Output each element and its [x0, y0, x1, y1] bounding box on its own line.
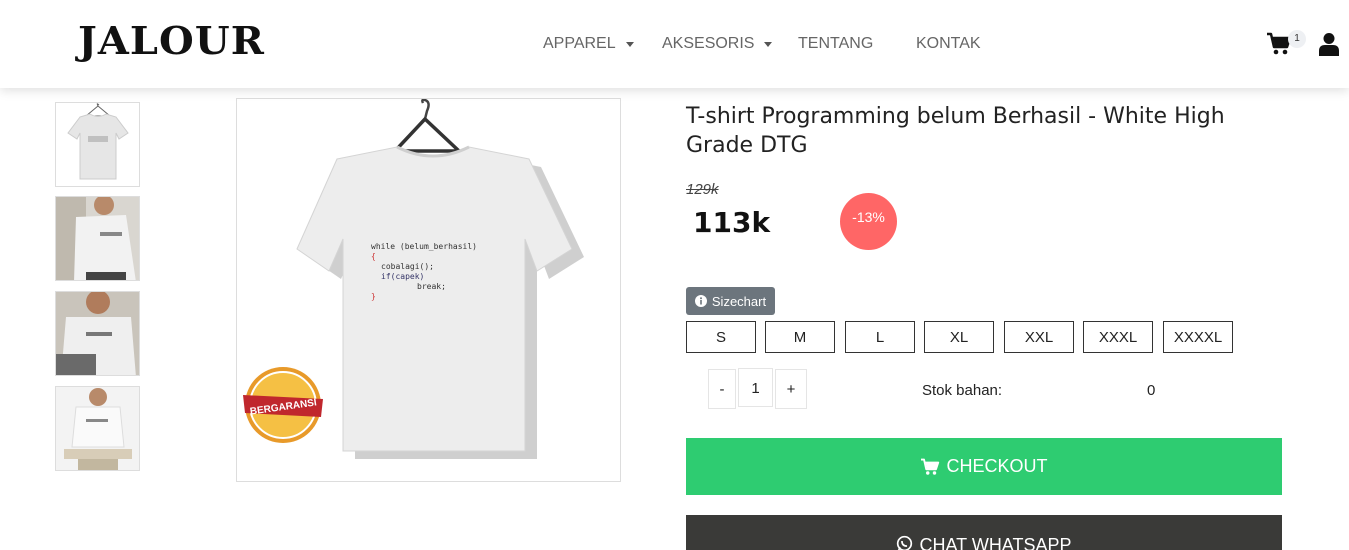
chat-whatsapp-button[interactable]: CHAT WHATSAPP	[686, 515, 1282, 550]
caret-down-icon	[625, 41, 634, 47]
nav-label: KONTAK	[916, 35, 981, 52]
size-option-xxl[interactable]: XXL	[1004, 321, 1074, 353]
shopping-cart-icon	[921, 458, 940, 475]
size-option-xxxl[interactable]: XXXL	[1083, 321, 1153, 353]
nav-label: TENTANG	[798, 35, 874, 52]
quantity-decrease-button[interactable]: -	[708, 369, 736, 409]
main-product-image[interactable]: while (belum_berhasil) { cobalagi(); if(…	[236, 98, 621, 482]
old-price: 129k	[686, 181, 719, 198]
tshirt-image: while (belum_berhasil) { cobalagi(); if(…	[243, 99, 584, 459]
cart-count-badge: 1	[1288, 30, 1306, 48]
size-option-s[interactable]: S	[686, 321, 756, 353]
whatsapp-label: CHAT WHATSAPP	[919, 535, 1072, 550]
product-thumbnail-3[interactable]	[55, 291, 140, 376]
model-photo-image	[56, 292, 139, 375]
size-option-m[interactable]: M	[765, 321, 835, 353]
checkout-label: CHECKOUT	[946, 456, 1048, 476]
nav-label: AKSESORIS	[662, 35, 755, 52]
nav-item-kontak[interactable]: KONTAK	[916, 35, 981, 53]
info-icon	[694, 295, 707, 307]
caret-down-icon	[764, 41, 773, 47]
shirt-code-line-6: }	[371, 292, 376, 301]
nav-item-apparel[interactable]: APPAREL	[543, 35, 634, 53]
size-option-l[interactable]: L	[845, 321, 915, 353]
shirt-code-line-3: cobalagi();	[381, 262, 434, 271]
shirt-code-line-1: while (belum_berhasil)	[371, 242, 477, 251]
product-thumbnail-2[interactable]	[55, 196, 140, 281]
product-title: T-shirt Programming belum Berhasil - Whi…	[686, 104, 1225, 158]
shirt-code-line-4: if(capek)	[381, 272, 424, 281]
product-thumbnail-1[interactable]	[55, 102, 140, 187]
stock-value: 0	[1147, 382, 1156, 399]
stock-label: Stok bahan:	[922, 382, 1003, 399]
sizechart-button[interactable]: Sizechart	[686, 287, 775, 315]
tshirt-thumbnail-image	[67, 103, 129, 180]
shirt-code-line-5: break;	[417, 282, 446, 291]
nav-label: APPAREL	[543, 35, 616, 52]
whatsapp-icon	[897, 535, 913, 550]
model-photo-image	[56, 387, 139, 470]
sizechart-label: Sizechart	[711, 293, 767, 309]
checkout-button[interactable]: CHECKOUT	[686, 438, 1282, 495]
discount-badge: -13%	[840, 193, 897, 250]
site-header: JALOUR APPAREL AKSESORIS TENTANG KONTAK …	[0, 0, 1349, 88]
size-option-xxxxl[interactable]: XXXXL	[1163, 321, 1233, 353]
model-photo-image	[56, 197, 139, 280]
quantity-increase-button[interactable]: +	[775, 369, 807, 409]
nav-item-aksesoris[interactable]: AKSESORIS	[662, 35, 773, 53]
product-thumbnail-4[interactable]	[55, 386, 140, 471]
current-price: 113k	[693, 206, 771, 239]
guarantee-badge-icon: BERGARANSI	[243, 367, 323, 443]
user-icon[interactable]	[1319, 32, 1339, 56]
nav-item-tentang[interactable]: TENTANG	[798, 35, 873, 53]
shirt-code-line-2: {	[371, 252, 376, 261]
size-option-xl[interactable]: XL	[924, 321, 994, 353]
quantity-input[interactable]: 1	[738, 368, 773, 407]
site-logo[interactable]: JALOUR	[78, 18, 265, 63]
